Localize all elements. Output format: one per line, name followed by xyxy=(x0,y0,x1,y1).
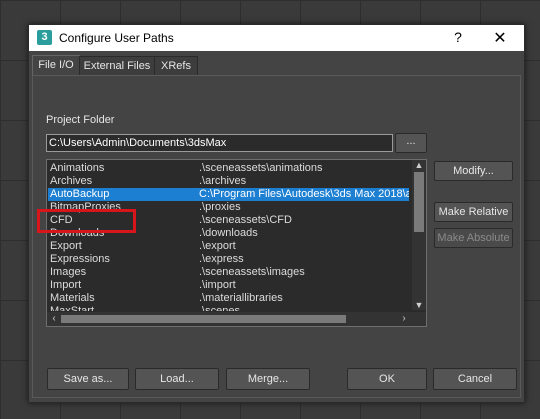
tab-file-io[interactable]: File I/O xyxy=(32,55,80,76)
path-value: .\import xyxy=(199,279,236,291)
path-name: Archives xyxy=(50,175,93,187)
title-bar: 3 Configure User Paths ? ✕ xyxy=(29,25,524,51)
path-value: .\materiallibraries xyxy=(199,292,283,304)
make-relative-button[interactable]: Make Relative xyxy=(434,202,513,222)
path-value: .\sceneassets\animations xyxy=(199,162,323,174)
path-value: .\express xyxy=(199,253,244,265)
close-icon[interactable]: ✕ xyxy=(490,28,510,48)
project-folder-label: Project Folder xyxy=(46,114,115,126)
list-item[interactable]: Archives .\archives xyxy=(48,175,409,188)
list-item-selected[interactable]: AutoBackup C:\Program Files\Autodesk\3ds… xyxy=(48,188,409,201)
help-button[interactable]: ? xyxy=(450,29,466,47)
path-value: .\archives xyxy=(199,175,247,187)
path-value: .\sceneassets\images xyxy=(199,266,305,278)
file-io-panel: Project Folder C:\Users\Admin\Documents\… xyxy=(32,75,521,398)
browse-button[interactable]: ... xyxy=(395,133,427,153)
path-value: .\downloads xyxy=(199,227,258,239)
path-name: Materials xyxy=(50,292,95,304)
window-title: Configure User Paths xyxy=(59,31,174,45)
highlight-annotation xyxy=(37,209,136,233)
scroll-right-icon[interactable]: › xyxy=(397,312,411,326)
project-folder-input[interactable]: C:\Users\Admin\Documents\3dsMax xyxy=(46,134,393,152)
path-name: Images xyxy=(50,266,87,278)
list-item[interactable]: Images .\sceneassets\images xyxy=(48,266,409,279)
vertical-scrollbar[interactable]: ▲ ▼ xyxy=(411,160,426,310)
path-name: Animations xyxy=(50,162,105,174)
tab-external-files[interactable]: External Files xyxy=(79,56,155,75)
3ds-max-app-icon: 3 xyxy=(37,30,52,45)
list-item[interactable]: Animations .\sceneassets\animations xyxy=(48,162,409,175)
scroll-thumb[interactable] xyxy=(414,172,424,232)
path-value: .\sceneassets\CFD xyxy=(199,214,292,226)
configure-user-paths-dialog: 3 Configure User Paths ? ✕ File I/O Exte… xyxy=(28,24,525,403)
list-item[interactable]: Import .\import xyxy=(48,279,409,292)
path-name: Expressions xyxy=(50,253,110,265)
path-name: AutoBackup xyxy=(50,188,110,200)
tab-xrefs[interactable]: XRefs xyxy=(154,56,198,75)
path-value: .\proxies xyxy=(199,201,241,213)
paths-list[interactable]: Animations .\sceneassets\animations Arch… xyxy=(46,159,427,327)
make-absolute-button[interactable]: Make Absolute xyxy=(434,228,513,248)
horizontal-scrollbar[interactable]: ‹ › xyxy=(47,311,426,326)
scroll-up-icon[interactable]: ▲ xyxy=(412,160,426,170)
load-button[interactable]: Load... xyxy=(135,368,219,390)
merge-button[interactable]: Merge... xyxy=(226,368,310,390)
path-name: Import xyxy=(50,279,82,291)
list-item[interactable]: Expressions .\express xyxy=(48,253,409,266)
path-value: .\export xyxy=(199,240,236,252)
path-value: C:\Program Files\Autodesk\3ds Max 2018\a… xyxy=(199,188,409,200)
save-as-button[interactable]: Save as... xyxy=(47,368,129,390)
scroll-down-icon[interactable]: ▼ xyxy=(412,300,426,310)
cancel-button[interactable]: Cancel xyxy=(433,368,517,390)
modify-button[interactable]: Modify... xyxy=(434,161,513,181)
scroll-thumb[interactable] xyxy=(61,315,346,323)
scroll-left-icon[interactable]: ‹ xyxy=(47,312,61,326)
list-item[interactable]: Materials .\materiallibraries xyxy=(48,292,409,305)
path-name: Export xyxy=(50,240,82,252)
list-item[interactable]: Export .\export xyxy=(48,240,409,253)
ok-button[interactable]: OK xyxy=(347,368,427,390)
